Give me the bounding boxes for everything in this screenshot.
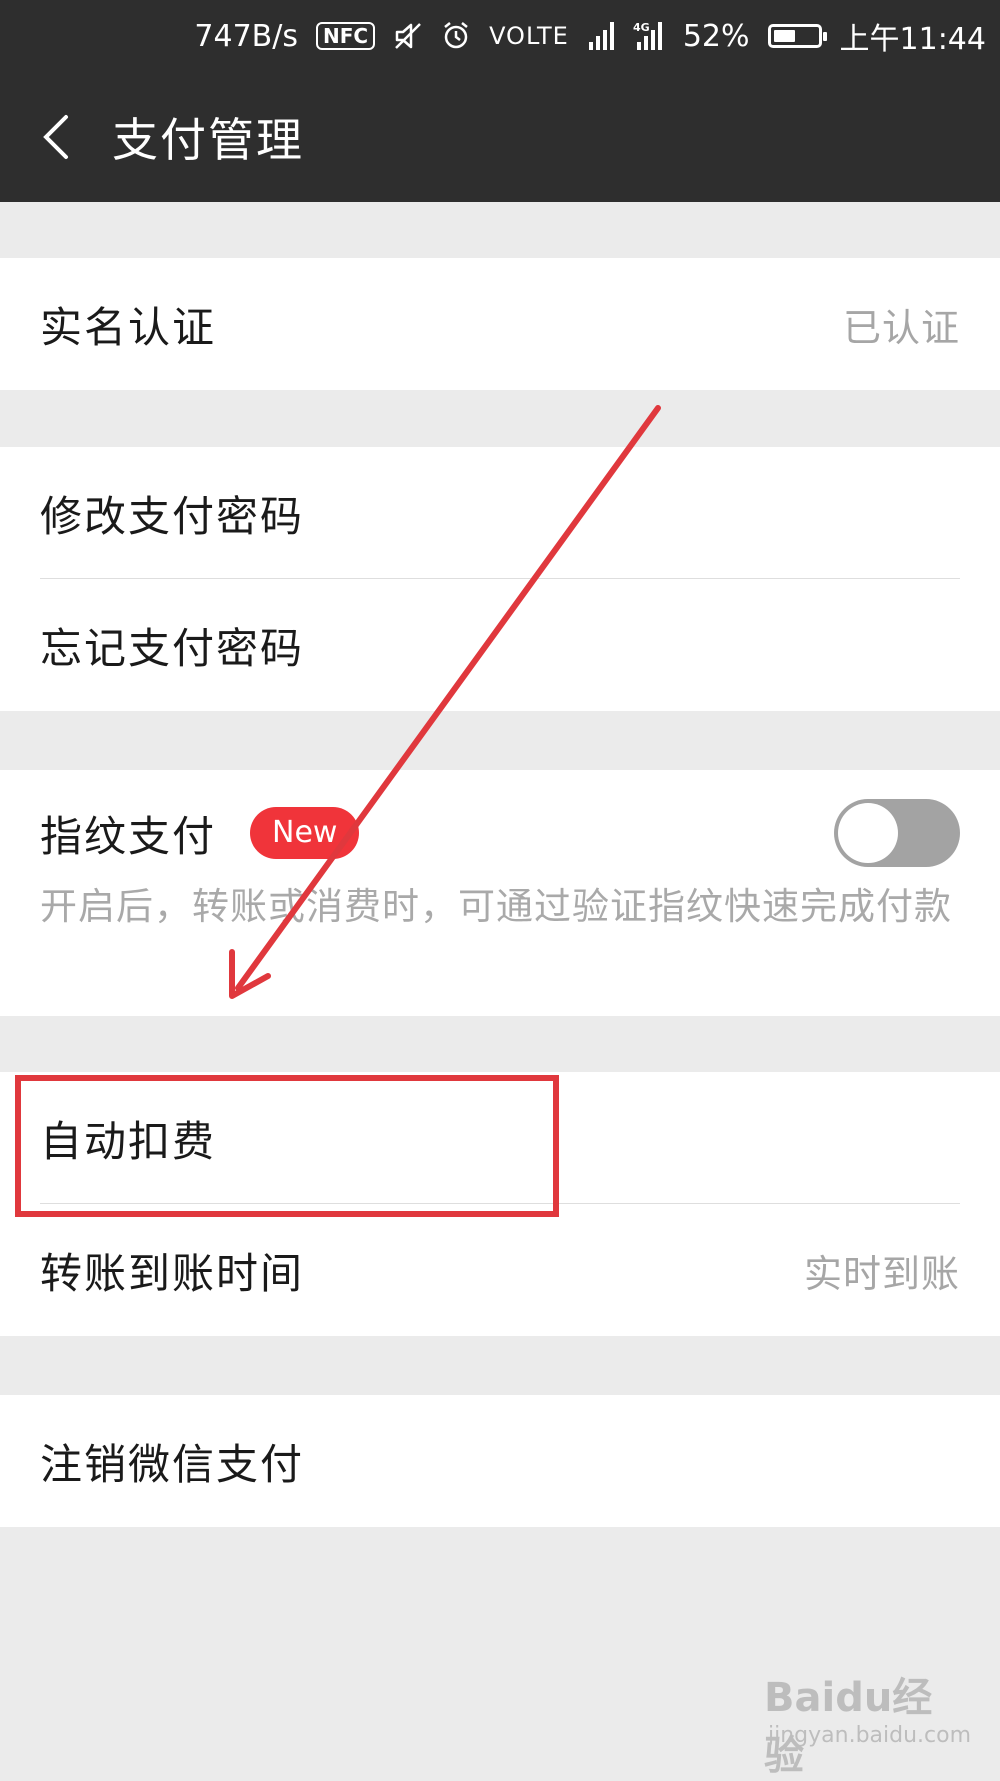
fingerprint-pay-toggle[interactable] bbox=[834, 799, 960, 867]
network-speed: 747B/s bbox=[194, 18, 298, 54]
signal-icon bbox=[587, 20, 615, 52]
signal-4g-icon: 4G bbox=[633, 20, 665, 52]
baidu-jingyan-watermark: Baidu经验 jingyan.baidu.com bbox=[764, 1665, 971, 1779]
identity-group: 实名认证 已认证 bbox=[0, 258, 1000, 390]
real-name-auth-label: 实名认证 bbox=[40, 302, 217, 352]
battery-percent: 52% bbox=[682, 18, 750, 54]
volte-indicator: VOLTE bbox=[489, 22, 569, 50]
auto-deduct-item[interactable]: 自动扣费 bbox=[0, 1072, 1000, 1204]
fingerprint-group: 指纹支付 New 开启后，转账或消费时，可通过验证指纹快速完成付款 bbox=[0, 770, 1000, 1016]
back-button[interactable] bbox=[0, 72, 110, 202]
transfer-time-label: 转账到账时间 bbox=[40, 1248, 305, 1298]
svg-text:4G: 4G bbox=[633, 21, 650, 34]
nav-bar: 支付管理 bbox=[0, 72, 1000, 202]
fingerprint-pay-description: 开启后，转账或消费时，可通过验证指纹快速完成付款 bbox=[40, 885, 952, 928]
watermark-url: jingyan.baidu.com bbox=[768, 1723, 972, 1748]
alarm-icon bbox=[441, 21, 471, 51]
new-badge: New bbox=[250, 807, 360, 859]
chevron-left-icon bbox=[43, 115, 68, 159]
real-name-auth-status: 已认证 bbox=[842, 305, 960, 350]
transfer-time-value: 实时到账 bbox=[803, 1251, 960, 1296]
nfc-icon: NFC bbox=[315, 22, 376, 50]
forgot-password-item[interactable]: 忘记支付密码 bbox=[0, 579, 1000, 711]
page-title: 支付管理 bbox=[112, 113, 304, 167]
change-password-item[interactable]: 修改支付密码 bbox=[0, 447, 1000, 579]
status-bar: 747B/s NFC VOLTE 4G 52% 上午11:44 bbox=[0, 0, 1000, 72]
real-name-auth-item[interactable]: 实名认证 已认证 bbox=[0, 258, 1000, 390]
payment-group: 自动扣费 转账到账时间 实时到账 bbox=[0, 1072, 1000, 1336]
mute-icon bbox=[393, 21, 423, 51]
toggle-knob bbox=[838, 803, 898, 863]
clock: 上午11:44 bbox=[839, 22, 986, 57]
auto-deduct-label: 自动扣费 bbox=[40, 1116, 217, 1166]
change-password-label: 修改支付密码 bbox=[40, 491, 305, 541]
fingerprint-pay-label: 指纹支付 bbox=[40, 811, 217, 861]
battery-icon bbox=[767, 24, 827, 48]
cancel-wechat-pay-item[interactable]: 注销微信支付 bbox=[0, 1395, 1000, 1527]
cancel-group: 注销微信支付 bbox=[0, 1395, 1000, 1527]
forgot-password-label: 忘记支付密码 bbox=[40, 623, 305, 673]
fingerprint-pay-item: 指纹支付 New bbox=[0, 780, 1000, 886]
password-group: 修改支付密码 忘记支付密码 bbox=[0, 447, 1000, 711]
cancel-wechat-pay-label: 注销微信支付 bbox=[40, 1439, 305, 1489]
transfer-time-item[interactable]: 转账到账时间 实时到账 bbox=[0, 1204, 1000, 1336]
